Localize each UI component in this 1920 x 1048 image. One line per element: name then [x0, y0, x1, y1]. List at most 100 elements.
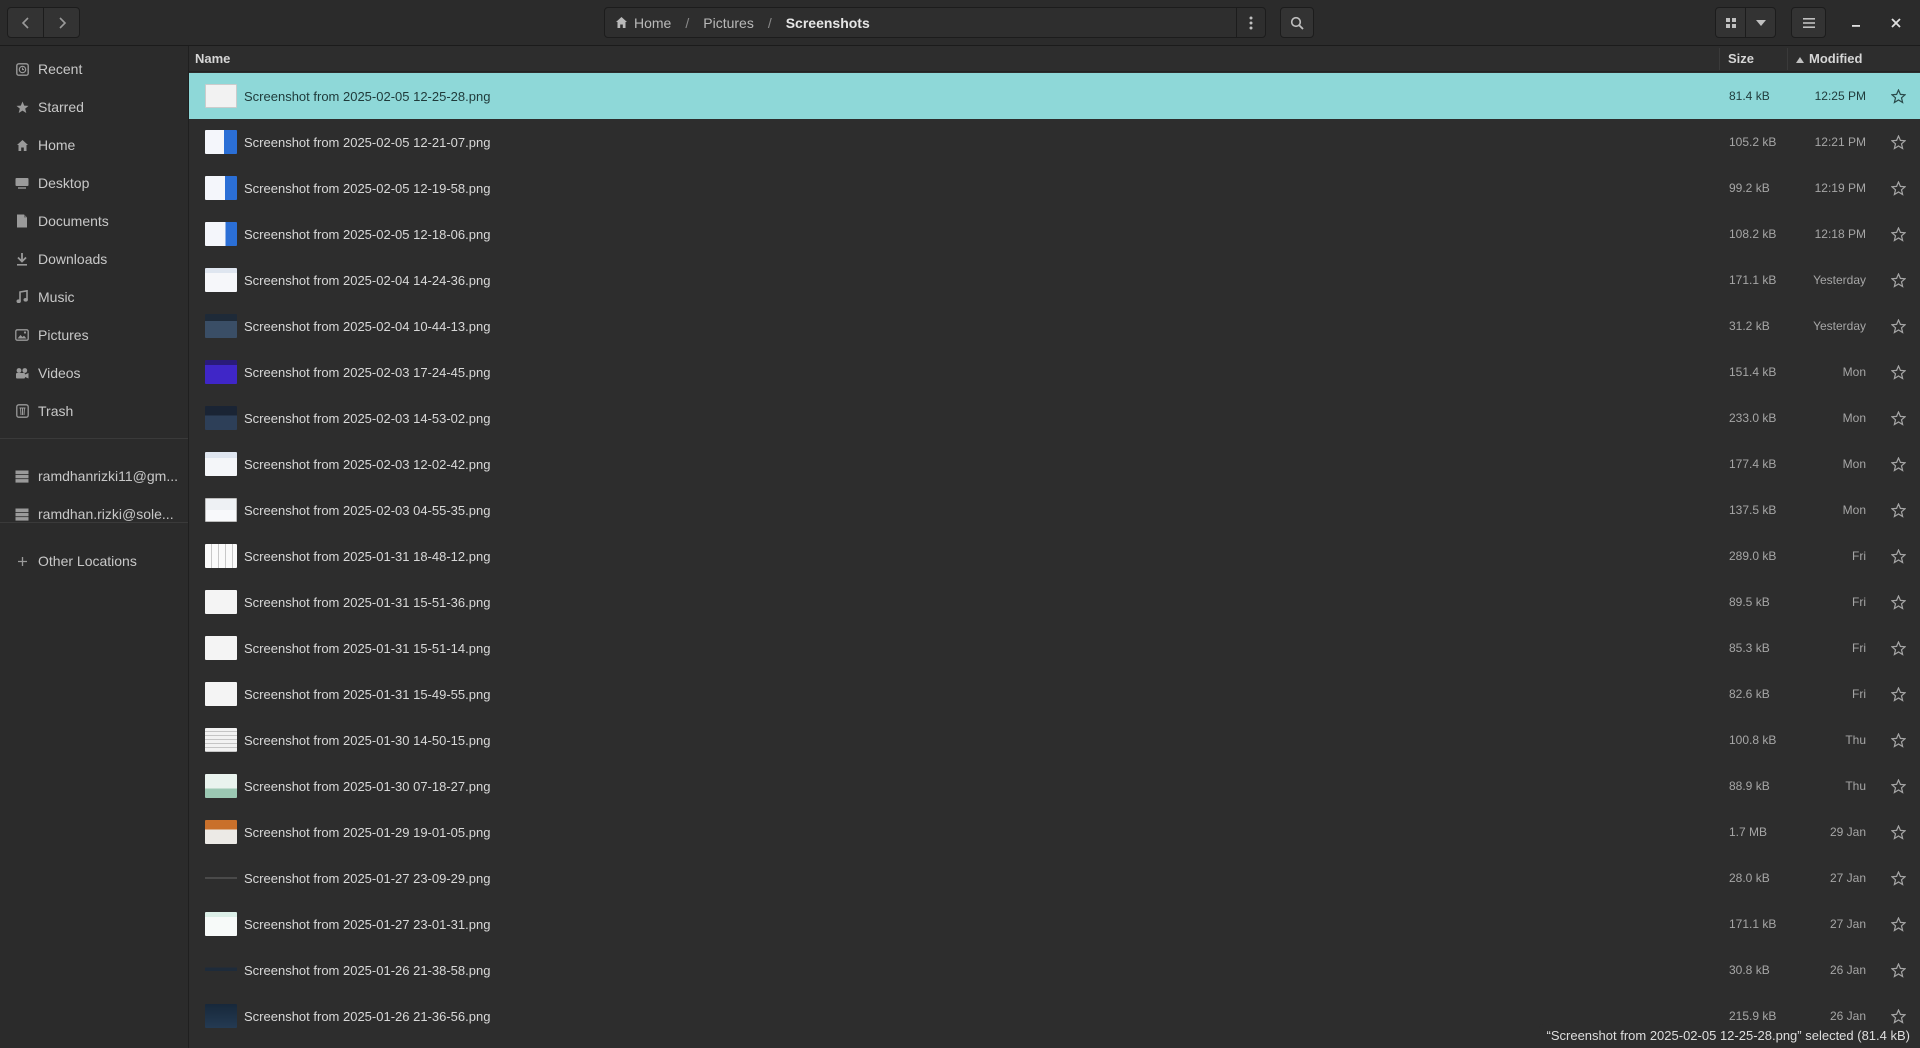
file-row[interactable]: Screenshot from 2025-01-31 15-51-36.png 8…	[189, 579, 1920, 625]
file-row[interactable]: Screenshot from 2025-02-03 12-02-42.png 1…	[189, 441, 1920, 487]
hamburger-icon	[1802, 17, 1815, 28]
star-icon[interactable]	[1889, 271, 1907, 289]
sidebar-item-account-2[interactable]: ramdhan.rizki@sole...	[0, 495, 188, 533]
sidebar-item-desktop[interactable]: Desktop	[0, 164, 188, 202]
sidebar-item-trash[interactable]: Trash	[0, 392, 188, 430]
sidebar-item-videos[interactable]: Videos	[0, 354, 188, 392]
sidebar-item-label: Videos	[38, 365, 81, 381]
file-row[interactable]: Screenshot from 2025-01-31 15-51-14.png 8…	[189, 625, 1920, 671]
file-row[interactable]: Screenshot from 2025-01-26 21-38-58.png 3…	[189, 947, 1920, 993]
back-button[interactable]	[7, 7, 44, 38]
grid-icon	[1725, 17, 1736, 28]
column-size-header[interactable]: Size	[1728, 51, 1754, 66]
file-size: 108.2 kB	[1729, 227, 1777, 241]
file-row[interactable]: Screenshot from 2025-02-05 12-25-28.png 8…	[189, 73, 1920, 119]
file-name: Screenshot from 2025-02-05 12-18-06.png	[244, 226, 491, 242]
file-size: 99.2 kB	[1729, 181, 1770, 195]
file-size: 151.4 kB	[1729, 365, 1777, 379]
search-button[interactable]	[1280, 7, 1314, 38]
star-icon[interactable]	[1889, 961, 1907, 979]
star-icon[interactable]	[1889, 87, 1907, 105]
file-row[interactable]: Screenshot from 2025-01-30 07-18-27.png 8…	[189, 763, 1920, 809]
sidebar: Recent Starred Home Desktop Documents Downloa…	[0, 46, 189, 1048]
sidebar-item-account-1[interactable]: ramdhanrizki11@gm...	[0, 457, 188, 495]
star-icon[interactable]	[1889, 915, 1907, 933]
file-thumbnail	[205, 544, 237, 568]
view-options-button[interactable]	[1745, 7, 1776, 38]
file-modified: 27 Jan	[1829, 871, 1866, 885]
file-size: 137.5 kB	[1729, 503, 1777, 517]
sidebar-item-starred[interactable]: Starred	[0, 88, 188, 126]
file-row[interactable]: Screenshot from 2025-02-05 12-19-58.png 9…	[189, 165, 1920, 211]
file-thumbnail	[205, 728, 237, 752]
file-row[interactable]: Screenshot from 2025-01-27 23-09-29.png 2…	[189, 855, 1920, 901]
star-icon[interactable]	[1889, 179, 1907, 197]
breadcrumb-screenshots[interactable]: Screenshots	[786, 15, 870, 31]
file-size: 31.2 kB	[1729, 319, 1770, 333]
star-icon[interactable]	[1889, 317, 1907, 335]
path-menu-button[interactable]	[1236, 7, 1266, 38]
file-row[interactable]: Screenshot from 2025-01-31 18-48-12.png 2…	[189, 533, 1920, 579]
desktop-icon	[14, 175, 30, 191]
home-icon	[14, 137, 30, 153]
file-row[interactable]: Screenshot from 2025-01-30 14-50-15.png 1…	[189, 717, 1920, 763]
main-menu-button[interactable]	[1791, 7, 1826, 38]
sidebar-item-documents[interactable]: Documents	[0, 202, 188, 240]
file-row[interactable]: Screenshot from 2025-01-27 23-01-31.png 1…	[189, 901, 1920, 947]
header-bar: Home / Pictures / Screenshots	[0, 0, 1920, 46]
breadcrumb-label: Home	[634, 14, 672, 31]
file-row[interactable]: Screenshot from 2025-01-29 19-01-05.png 1…	[189, 809, 1920, 855]
breadcrumb-pictures[interactable]: Pictures	[703, 15, 754, 31]
network-drive-icon	[14, 468, 30, 484]
close-button[interactable]	[1880, 7, 1912, 38]
sidebar-item-downloads[interactable]: Downloads	[0, 240, 188, 278]
star-icon[interactable]	[1889, 455, 1907, 473]
star-icon[interactable]	[1889, 133, 1907, 151]
star-icon[interactable]	[1889, 363, 1907, 381]
sidebar-item-label: ramdhan.rizki@sole...	[38, 506, 174, 522]
file-name: Screenshot from 2025-02-05 12-21-07.png	[244, 134, 491, 150]
star-icon[interactable]	[1889, 1007, 1907, 1025]
file-row[interactable]: Screenshot from 2025-02-03 17-24-45.png 1…	[189, 349, 1920, 395]
file-thumbnail	[205, 958, 237, 982]
sidebar-item-other-locations[interactable]: Other Locations	[0, 542, 188, 580]
file-row[interactable]: Screenshot from 2025-01-31 15-49-55.png 8…	[189, 671, 1920, 717]
file-name: Screenshot from 2025-02-03 12-02-42.png	[244, 456, 491, 472]
sidebar-item-home[interactable]: Home	[0, 126, 188, 164]
star-icon[interactable]	[1889, 869, 1907, 887]
column-modified-label: Modified	[1809, 51, 1863, 66]
star-icon[interactable]	[1889, 409, 1907, 427]
sidebar-item-music[interactable]: Music	[0, 278, 188, 316]
star-icon	[14, 99, 30, 115]
file-size: 1.7 MB	[1729, 825, 1768, 839]
star-icon[interactable]	[1889, 547, 1907, 565]
file-row[interactable]: Screenshot from 2025-02-04 14-24-36.png 1…	[189, 257, 1920, 303]
file-row[interactable]: Screenshot from 2025-02-03 14-53-02.png 2…	[189, 395, 1920, 441]
column-name-header[interactable]: Name	[195, 51, 230, 66]
column-modified-header[interactable]: Modified	[1796, 51, 1862, 66]
file-row[interactable]: Screenshot from 2025-02-04 10-44-13.png 3…	[189, 303, 1920, 349]
file-row[interactable]: Screenshot from 2025-02-05 12-21-07.png 1…	[189, 119, 1920, 165]
file-modified: 29 Jan	[1829, 825, 1866, 839]
forward-button[interactable]	[43, 7, 80, 38]
file-thumbnail	[205, 636, 237, 660]
file-row[interactable]: Screenshot from 2025-02-05 12-18-06.png 1…	[189, 211, 1920, 257]
sidebar-item-label: Starred	[38, 99, 84, 115]
star-icon[interactable]	[1889, 777, 1907, 795]
file-thumbnail	[205, 866, 237, 890]
minimize-button[interactable]	[1840, 7, 1872, 38]
sidebar-item-pictures[interactable]: Pictures	[0, 316, 188, 354]
star-icon[interactable]	[1889, 501, 1907, 519]
star-icon[interactable]	[1889, 731, 1907, 749]
breadcrumb-home[interactable]: Home	[615, 15, 671, 31]
grid-view-button[interactable]	[1715, 7, 1746, 38]
star-icon[interactable]	[1889, 823, 1907, 841]
star-icon[interactable]	[1889, 685, 1907, 703]
sidebar-item-recent[interactable]: Recent	[0, 50, 188, 88]
star-icon[interactable]	[1889, 639, 1907, 657]
star-icon[interactable]	[1889, 225, 1907, 243]
file-row[interactable]: Screenshot from 2025-02-03 04-55-35.png 1…	[189, 487, 1920, 533]
sidebar-item-label: ramdhanrizki11@gm...	[38, 468, 178, 484]
file-name: Screenshot from 2025-02-03 14-53-02.png	[244, 410, 491, 426]
star-icon[interactable]	[1889, 593, 1907, 611]
